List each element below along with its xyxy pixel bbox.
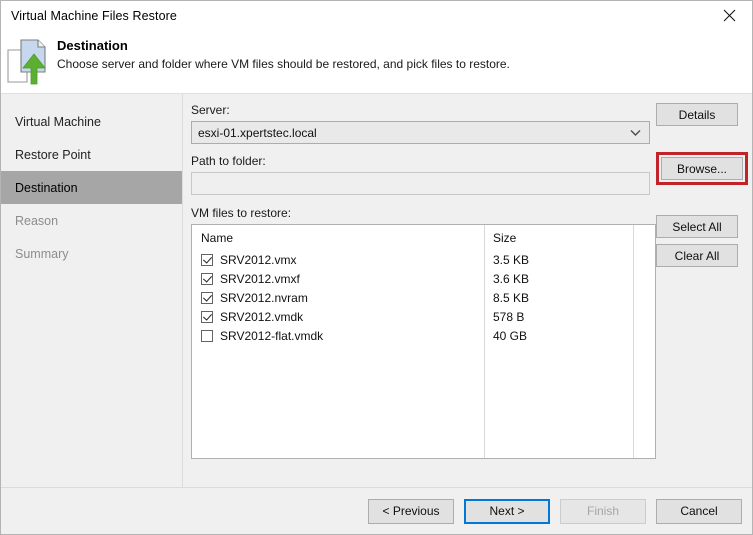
table-row[interactable]: SRV2012.vmx 3.5 KB <box>192 250 655 269</box>
sidebar-item-label: Reason <box>15 213 59 228</box>
file-name-label: SRV2012.nvram <box>220 290 308 305</box>
file-size-cell: 3.5 KB <box>493 252 530 267</box>
file-checkbox[interactable] <box>201 253 213 266</box>
wizard-footer: < Previous Next > Finish Cancel <box>1 487 752 534</box>
file-size-cell: 3.6 KB <box>493 271 530 286</box>
clear-all-button[interactable]: Clear All <box>656 244 738 267</box>
file-name-cell: SRV2012.vmxf <box>192 272 484 286</box>
sidebar-item-label: Destination <box>15 180 78 195</box>
file-name-label: SRV2012-flat.vmdk <box>220 328 324 343</box>
list-rows: SRV2012.vmx 3.5 KB SRV2012.vmxf 3.6 KB S… <box>192 250 655 345</box>
side-button-column: Details Browse... Select All Clear All <box>656 103 753 267</box>
restore-wizard-window: Virtual Machine Files Restore Destinatio… <box>0 0 753 535</box>
details-button[interactable]: Details <box>656 103 738 126</box>
file-name-cell: SRV2012.vmx <box>192 253 484 267</box>
server-combobox-value: esxi-01.xpertstec.local <box>198 125 317 140</box>
file-checkbox[interactable] <box>201 310 213 323</box>
page-subtitle: Choose server and folder where VM files … <box>57 57 510 71</box>
file-size-cell: 8.5 KB <box>493 290 530 305</box>
path-to-folder-input[interactable] <box>191 172 650 195</box>
finish-button: Finish <box>560 498 646 524</box>
sidebar-item-label: Summary <box>15 246 69 261</box>
previous-button[interactable]: < Previous <box>368 498 454 524</box>
file-size-cell: 40 GB <box>493 328 528 343</box>
sidebar-item-label: Virtual Machine <box>15 114 101 129</box>
file-name-cell: SRV2012-flat.vmdk <box>192 329 484 343</box>
table-row[interactable]: SRV2012.vmxf 3.6 KB <box>192 269 655 288</box>
close-icon[interactable] <box>706 1 752 30</box>
file-checkbox[interactable] <box>201 291 213 304</box>
sidebar-item-restore-point[interactable]: Restore Point <box>1 138 182 171</box>
sidebar-item-summary[interactable]: Summary <box>1 237 182 270</box>
chevron-down-icon <box>630 122 641 143</box>
server-combobox[interactable]: esxi-01.xpertstec.local <box>191 121 650 144</box>
title-bar: Virtual Machine Files Restore <box>1 1 752 30</box>
window-title: Virtual Machine Files Restore <box>11 8 177 23</box>
file-checkbox[interactable] <box>201 272 213 285</box>
list-header-row: Name Size <box>192 225 655 250</box>
sidebar-item-label: Restore Point <box>15 147 91 162</box>
file-name-cell: SRV2012.vmdk <box>192 310 484 324</box>
select-all-button[interactable]: Select All <box>656 215 738 238</box>
wizard-body: Virtual Machine Restore Point Destinatio… <box>1 94 752 487</box>
file-checkbox[interactable] <box>201 329 213 342</box>
sidebar-item-virtual-machine[interactable]: Virtual Machine <box>1 105 182 138</box>
file-size-cell: 578 B <box>493 309 525 324</box>
next-button[interactable]: Next > <box>464 498 550 524</box>
sidebar-item-destination[interactable]: Destination <box>1 171 182 204</box>
browse-highlight: Browse... <box>656 152 748 185</box>
page-title: Destination <box>57 38 128 53</box>
column-header-name[interactable]: Name <box>192 231 484 245</box>
files-restore-icon <box>1 34 57 87</box>
table-row[interactable]: SRV2012.nvram 8.5 KB <box>192 288 655 307</box>
browse-button[interactable]: Browse... <box>661 157 743 180</box>
table-row[interactable]: SRV2012.vmdk 578 B <box>192 307 655 326</box>
destination-panel: Server: esxi-01.xpertstec.local Path to … <box>183 94 752 487</box>
file-name-cell: SRV2012.nvram <box>192 291 484 305</box>
wizard-header: Destination Choose server and folder whe… <box>1 30 752 94</box>
table-row[interactable]: SRV2012-flat.vmdk 40 GB <box>192 326 655 345</box>
sidebar-item-reason[interactable]: Reason <box>1 204 182 237</box>
column-header-size[interactable]: Size <box>484 231 516 245</box>
file-name-label: SRV2012.vmx <box>220 252 297 267</box>
cancel-button[interactable]: Cancel <box>656 498 742 524</box>
wizard-steps-sidebar: Virtual Machine Restore Point Destinatio… <box>1 94 183 487</box>
vm-files-list[interactable]: Name Size SRV2012.vmx 3.5 KB SRV2012.vmx… <box>191 224 656 459</box>
file-name-label: SRV2012.vmdk <box>220 309 304 324</box>
file-name-label: SRV2012.vmxf <box>220 271 300 286</box>
